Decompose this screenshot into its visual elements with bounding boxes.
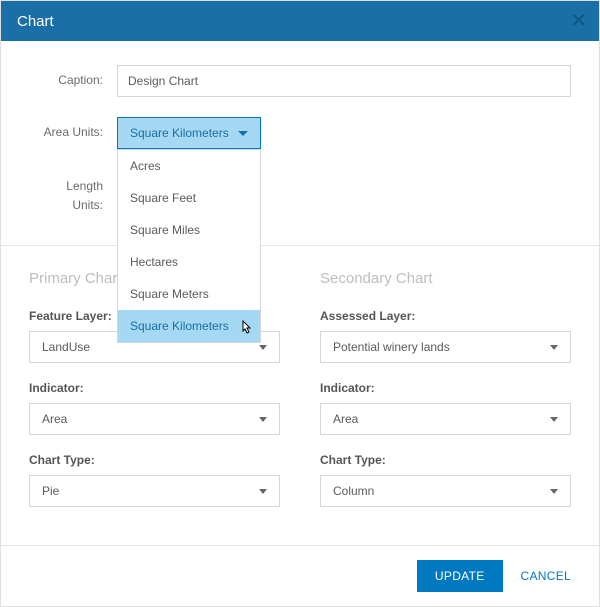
- dialog-title: Chart: [17, 13, 54, 30]
- secondary-indicator-label: Indicator:: [320, 381, 571, 395]
- titlebar: Chart ✕: [1, 1, 599, 41]
- primary-indicator-group: Indicator: Area: [29, 381, 280, 435]
- area-units-label: Area Units:: [29, 117, 117, 139]
- caret-down-icon: [550, 345, 558, 350]
- caption-input[interactable]: [117, 65, 571, 97]
- length-label-line1: Length: [66, 179, 103, 193]
- caret-down-icon: [550, 417, 558, 422]
- secondary-indicator-select[interactable]: Area: [320, 403, 571, 435]
- caret-down-icon: [550, 489, 558, 494]
- caption-row: Caption:: [29, 65, 571, 97]
- primary-type-group: Chart Type: Pie: [29, 453, 280, 507]
- area-units-row: Area Units: Square Kilometers Acres Squa…: [29, 117, 571, 149]
- area-units-display[interactable]: Square Kilometers: [117, 117, 261, 149]
- secondary-type-select[interactable]: Column: [320, 475, 571, 507]
- secondary-indicator-group: Indicator: Area: [320, 381, 571, 435]
- assessed-layer-value: Potential winery lands: [333, 340, 450, 354]
- primary-type-value: Pie: [42, 484, 59, 498]
- charts-section: Primary Chart Feature Layer: LandUse Ind…: [1, 246, 599, 545]
- assessed-layer-group: Assessed Layer: Potential winery lands: [320, 309, 571, 363]
- primary-indicator-label: Indicator:: [29, 381, 280, 395]
- caption-label: Caption:: [29, 65, 117, 87]
- primary-type-label: Chart Type:: [29, 453, 280, 467]
- area-units-dropdown: Acres Square Feet Square Miles Hectares …: [117, 149, 261, 343]
- length-units-label: Length Units:: [29, 169, 117, 215]
- caret-down-icon: [238, 131, 248, 136]
- option-square-kilometers-label: Square Kilometers: [130, 319, 229, 333]
- update-button[interactable]: UPDATE: [417, 560, 503, 592]
- cancel-button[interactable]: CANCEL: [513, 560, 579, 592]
- secondary-indicator-value: Area: [333, 412, 358, 426]
- assessed-layer-select[interactable]: Potential winery lands: [320, 331, 571, 363]
- pointer-cursor-icon: [238, 320, 254, 341]
- primary-type-select[interactable]: Pie: [29, 475, 280, 507]
- area-units-value: Square Kilometers: [130, 126, 229, 140]
- secondary-chart-col: Secondary Chart Assessed Layer: Potentia…: [320, 270, 571, 525]
- primary-indicator-select[interactable]: Area: [29, 403, 280, 435]
- option-square-meters[interactable]: Square Meters: [118, 278, 260, 310]
- dialog-body: Caption: Area Units: Square Kilometers A…: [1, 41, 599, 215]
- close-icon[interactable]: ✕: [570, 11, 587, 31]
- caret-down-icon: [259, 417, 267, 422]
- length-label-line2: Units:: [72, 198, 103, 212]
- assessed-layer-label: Assessed Layer:: [320, 309, 571, 323]
- option-acres[interactable]: Acres: [118, 150, 260, 182]
- dialog-footer: UPDATE CANCEL: [1, 545, 599, 606]
- secondary-type-label: Chart Type:: [320, 453, 571, 467]
- primary-indicator-value: Area: [42, 412, 67, 426]
- secondary-type-group: Chart Type: Column: [320, 453, 571, 507]
- option-square-feet[interactable]: Square Feet: [118, 182, 260, 214]
- option-square-miles[interactable]: Square Miles: [118, 214, 260, 246]
- option-hectares[interactable]: Hectares: [118, 246, 260, 278]
- caret-down-icon: [259, 489, 267, 494]
- caret-down-icon: [259, 345, 267, 350]
- option-square-kilometers[interactable]: Square Kilometers: [118, 310, 260, 342]
- secondary-heading: Secondary Chart: [320, 270, 571, 287]
- feature-layer-value: LandUse: [42, 340, 90, 354]
- length-units-row: Length Units:: [29, 169, 571, 215]
- area-units-select[interactable]: Square Kilometers Acres Square Feet Squa…: [117, 117, 261, 149]
- secondary-type-value: Column: [333, 484, 374, 498]
- chart-dialog: Chart ✕ Caption: Area Units: Square Kilo…: [0, 0, 600, 607]
